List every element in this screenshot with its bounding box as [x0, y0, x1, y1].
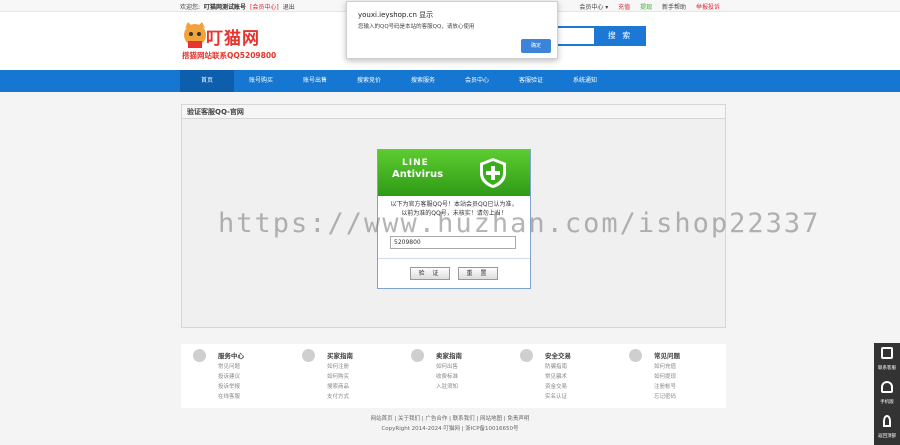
footer-link[interactable]: 常见问题: [218, 362, 240, 372]
chat-icon: [881, 347, 893, 359]
side-tools: 联系客服手机版返回顶部: [874, 343, 900, 445]
member-menu[interactable]: 会员中心 ▾: [579, 4, 608, 11]
rocket-icon: [883, 415, 891, 427]
side-tool-2[interactable]: 返回顶部: [874, 411, 900, 445]
report-link[interactable]: 举报投诉: [696, 4, 720, 11]
footer-column-title: 买家指南: [327, 352, 353, 360]
footer-link-row[interactable]: 网站首页 | 关于我们 | 广告合作 | 联系我们 | 网站地图 | 免责声明: [0, 414, 900, 424]
footer-column-list: 如何充值 如何提现 注册帐号 忘记密码: [654, 362, 676, 402]
side-tool-label: 返回顶部: [878, 434, 896, 439]
footer-link[interactable]: 在线客服: [218, 392, 240, 402]
footer-link[interactable]: 防骗指南: [545, 362, 567, 372]
search-button[interactable]: 搜 索: [594, 26, 646, 46]
newbie-help-link[interactable]: 新手帮助: [662, 4, 686, 11]
logo-contact: 搭猫网站联系QQ5209800: [182, 51, 277, 60]
nav-items: 首页 账号购买 账号出售 搜索竞价 搜索服务 会员中心 客服验证 系统通知: [180, 70, 612, 92]
footer-column-title: 安全交易: [545, 352, 571, 360]
side-tool-1[interactable]: 手机版: [874, 377, 900, 411]
alert-dialog: youxi.ieyshop.cn 显示 您输入的QQ号码是本站的客服QQ，请放心…: [346, 1, 558, 59]
footer-link[interactable]: 如何注册: [327, 362, 349, 372]
footer-link[interactable]: 投诉举报: [218, 382, 240, 392]
footer-link[interactable]: 如何出售: [436, 362, 458, 372]
banner-line2: Antivirus: [392, 169, 444, 180]
footer-category-icon: [411, 349, 424, 362]
logo-name: 叮猫网: [206, 29, 260, 49]
nav-item-4[interactable]: 搜索服务: [396, 70, 450, 92]
footer-link[interactable]: 实名认证: [545, 392, 567, 402]
footer-link[interactable]: 支付方式: [327, 392, 349, 402]
banner-line1: LINE: [402, 158, 429, 168]
nav-item-7[interactable]: 系统通知: [558, 70, 612, 92]
footer-column-list: 如何出售 收费标准 入驻须知: [436, 362, 458, 392]
nav-item-3[interactable]: 搜索竞价: [342, 70, 396, 92]
footer-column-list: 常见问题 投诉建议 投诉举报 在线客服: [218, 362, 240, 402]
recharge-link[interactable]: 充值: [618, 4, 630, 11]
footer-category-icon: [193, 349, 206, 362]
footer-link[interactable]: 投诉建议: [218, 372, 240, 382]
footer-link[interactable]: 搜索商品: [327, 382, 349, 392]
cat-logo-icon: [184, 22, 206, 48]
verify-buttons: 验 证 重 置: [378, 258, 530, 288]
watermark-text: https://www.huzhan.com/ishop22337: [218, 208, 821, 239]
footer-column-title: 卖家指南: [436, 352, 462, 360]
reset-button[interactable]: 重 置: [458, 267, 498, 280]
footer-link[interactable]: 忘记密码: [654, 392, 676, 402]
footer-link[interactable]: 入驻须知: [436, 382, 458, 392]
footer-column: 安全交易防骗指南 常见骗术 资金交易 实名认证: [508, 344, 617, 408]
main-nav: 首页 账号购买 账号出售 搜索竞价 搜索服务 会员中心 客服验证 系统通知: [0, 70, 900, 92]
dialog-title: youxi.ieyshop.cn 显示: [358, 11, 434, 19]
footer-column-title: 常见问题: [654, 352, 680, 360]
side-tool-label: 手机版: [880, 400, 894, 405]
footer-column-list: 如何注册 如何购买 搜索商品 支付方式: [327, 362, 349, 402]
footer-category-icon: [520, 349, 533, 362]
footer-column-title: 服务中心: [218, 352, 244, 360]
footer-column-list: 防骗指南 常见骗术 资金交易 实名认证: [545, 362, 567, 402]
footer-column: 卖家指南如何出售 收费标准 入驻须知: [399, 344, 508, 408]
dialog-message: 您输入的QQ号码是本站的客服QQ，请放心使用: [358, 24, 475, 30]
headset-icon: [881, 381, 893, 393]
nav-item-0[interactable]: 首页: [180, 70, 234, 92]
side-tool-0[interactable]: 联系客服: [874, 343, 900, 377]
footer-column: 买家指南如何注册 如何购买 搜索商品 支付方式: [290, 344, 399, 408]
panel-title: 验证客服QQ-官网: [182, 105, 725, 119]
dialog-ok-button[interactable]: 确定: [521, 39, 551, 53]
copyright: CopyRight 2014-2024 叮猫网 | 浙ICP备10016650号: [381, 426, 519, 432]
footer-link[interactable]: 如何购买: [327, 372, 349, 382]
welcome-text: 欢迎您:: [180, 4, 201, 11]
user-greeting: 欢迎您: 叮猫网测试账号 [会员中心] 退出: [180, 2, 299, 11]
footer-link[interactable]: 收费标准: [436, 372, 458, 382]
antivirus-banner: LINE Antivirus: [378, 150, 530, 196]
footer-column: 服务中心常见问题 投诉建议 投诉举报 在线客服: [181, 344, 290, 408]
nav-item-5[interactable]: 会员中心: [450, 70, 504, 92]
footer-link[interactable]: 注册帐号: [654, 382, 676, 392]
footer-link[interactable]: 如何提现: [654, 372, 676, 382]
footer-links: 服务中心 常见问题 投诉建议 投诉举报 在线客服 买家指南 如何注册 如何购买 搜索商品 支付方式…: [181, 344, 726, 408]
site-logo[interactable]: 叮猫网 搭猫网站联系QQ5209800: [182, 22, 282, 62]
side-tool-label: 联系客服: [878, 366, 896, 371]
username: 叮猫网测试账号: [204, 4, 247, 11]
footer-category-icon: [629, 349, 642, 362]
logout-link[interactable]: 退出: [283, 4, 295, 11]
nav-item-2[interactable]: 账号出售: [288, 70, 342, 92]
verify-button[interactable]: 验 证: [410, 267, 450, 280]
footer-link[interactable]: 如何充值: [654, 362, 676, 372]
top-links: 会员中心 ▾ 充值 提现 新手帮助 举报投诉: [571, 2, 720, 11]
shield-plus-icon: [480, 158, 506, 188]
nav-item-1[interactable]: 账号购买: [234, 70, 288, 92]
footer-link[interactable]: 常见骗术: [545, 372, 567, 382]
withdraw-link[interactable]: 提现: [640, 4, 652, 11]
nav-item-6[interactable]: 客服验证: [504, 70, 558, 92]
footer-column: 常见问题如何充值 如何提现 注册帐号 忘记密码: [617, 344, 726, 408]
footer-category-icon: [302, 349, 315, 362]
member-center-link[interactable]: [会员中心]: [250, 4, 279, 11]
footer-bottom: 网站首页 | 关于我们 | 广告合作 | 联系我们 | 网站地图 | 免责声明 …: [0, 414, 900, 434]
footer-link[interactable]: 资金交易: [545, 382, 567, 392]
